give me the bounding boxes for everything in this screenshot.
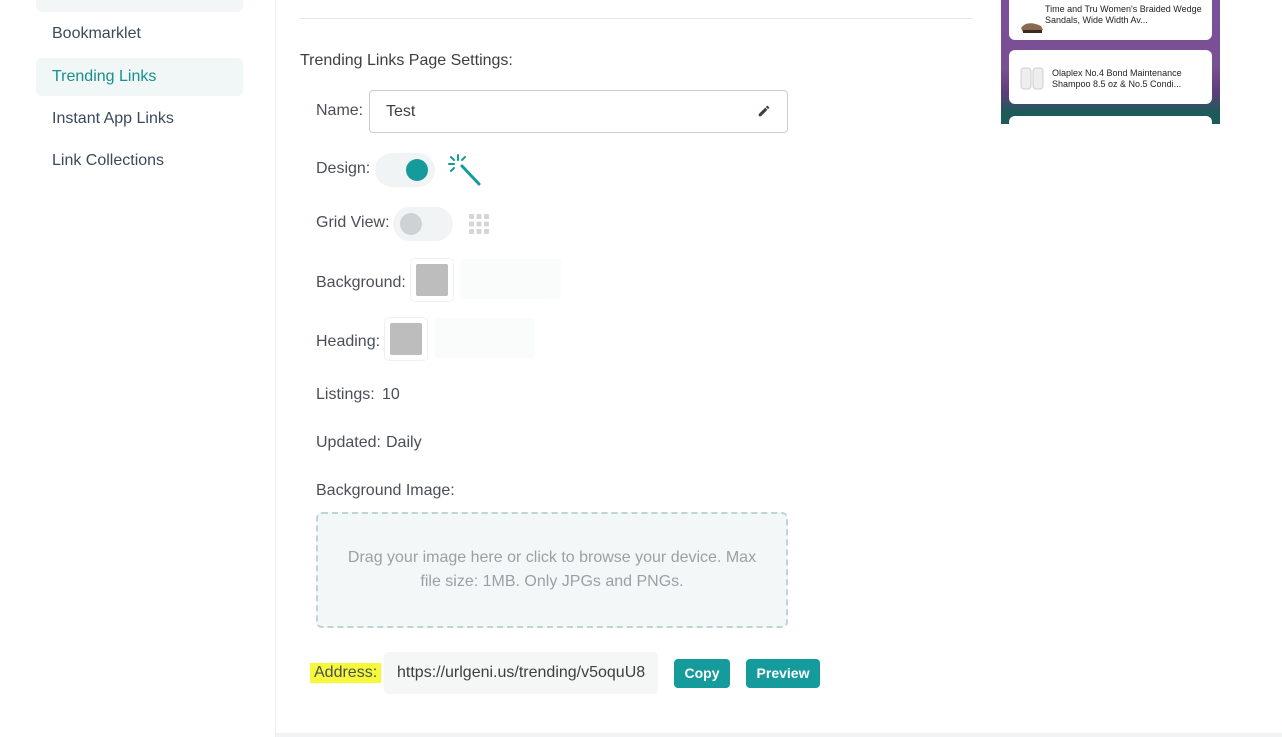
pencil-icon[interactable] [757,104,771,118]
copy-button[interactable]: Copy [674,659,730,688]
heading-label: Heading: [316,333,381,350]
sidebar-item-bookmarklet[interactable]: Bookmarklet [36,15,243,53]
grid-view-toggle-knob [400,213,422,235]
sandal-thumbnail-icon [1021,23,1043,33]
heading-color-input[interactable] [435,318,535,358]
background-label: Background: [316,274,406,291]
name-label: Name: [316,102,364,119]
preview-card-title: Olaplex No.4 Bond Maintenance Shampoo 8.… [1052,68,1182,89]
magic-wand-icon[interactable] [448,154,481,186]
dropzone-text: Drag your image here or click to browse … [347,549,757,590]
preview-card: Time and Tru Women's Braided Wedge Sanda… [1009,0,1212,40]
grid-view-toggle[interactable] [393,207,453,241]
listings-value: 10 [382,386,400,403]
section-divider [300,18,972,19]
section-title: Trending Links Page Settings: [300,52,513,69]
updated-value: Daily [386,434,422,451]
sidebar-item-previous[interactable] [36,0,243,12]
background-color-fill [416,264,448,296]
trending-page-preview: Time and Tru Women's Braided Wedge Sanda… [1001,0,1220,124]
preview-card-title: Time and Tru Women's Braided Wedge Sanda… [1045,4,1202,25]
design-toggle-knob [406,159,428,181]
background-color-swatch[interactable] [411,259,453,301]
listings-label: Listings: [316,386,375,403]
updated-label: Updated: [316,434,381,451]
image-dropzone[interactable]: Drag your image here or click to browse … [316,512,788,628]
preview-card [1009,116,1212,124]
sidebar-item-instant-app-links[interactable]: Instant App Links [36,100,243,138]
preview-card: Olaplex No.4 Bond Maintenance Shampoo 8.… [1009,50,1212,104]
grid-view-label: Grid View: [316,214,390,231]
heading-color-swatch[interactable] [385,318,427,360]
preview-button[interactable]: Preview [746,659,820,688]
address-label: Address: [310,663,382,683]
grid-icon [469,214,489,234]
design-toggle[interactable] [375,153,435,187]
design-label: Design: [316,160,371,177]
sidebar-item-link-collections[interactable]: Link Collections [36,142,243,180]
shampoo-thumbnail-icon [1020,67,1044,90]
background-color-input[interactable] [461,259,561,299]
name-field[interactable] [369,90,788,133]
sidebar-item-trending-links[interactable]: Trending Links [36,58,243,96]
panel-bottom-edge [276,733,1282,737]
name-input[interactable] [370,91,746,132]
background-image-label: Background Image: [316,482,455,499]
panel-edge [275,0,276,737]
address-field[interactable]: https://urlgeni.us/trending/v5oquU8 [384,652,658,694]
heading-color-fill [390,323,422,355]
sidebar: Bookmarklet Trending Links Instant App L… [0,0,275,737]
